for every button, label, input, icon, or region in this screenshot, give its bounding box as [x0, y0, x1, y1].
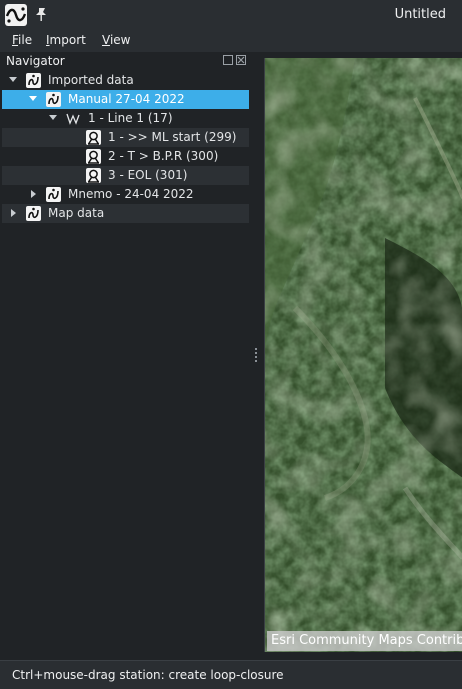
status-text: Ctrl+mouse-drag station: create loop-clo… — [12, 668, 284, 682]
expand-arrow-icon[interactable] — [9, 77, 17, 82]
tree-item-label: 3 - EOL (301) — [108, 168, 188, 182]
panel-splitter[interactable] — [250, 52, 264, 660]
tree-item-line[interactable]: 1 - Line 1 (17) — [2, 109, 249, 128]
tree-item-station[interactable]: 2 - T > B.P.R (300) — [2, 147, 249, 166]
tree-item-imported-data[interactable]: Imported data — [2, 71, 249, 90]
title-bar: Untitled — [0, 0, 462, 30]
dataset-icon — [46, 187, 61, 202]
splitter-grip-icon — [255, 348, 257, 364]
tree-item-label: Mnemo - 24-04 2022 — [68, 187, 194, 201]
tree-item-label: Map data — [48, 206, 105, 220]
station-icon — [86, 130, 101, 145]
map-attribution: Esri Community Maps Contribu — [267, 631, 462, 651]
menu-view-label: View — [102, 33, 131, 47]
tree-item-station[interactable]: 3 - EOL (301) — [2, 166, 249, 185]
pin-icon[interactable] — [34, 7, 48, 23]
tree-item-label: Manual 27-04 2022 — [68, 92, 185, 106]
status-bar: Ctrl+mouse-drag station: create loop-clo… — [0, 660, 462, 689]
line-icon — [66, 111, 82, 126]
tree-item-map-data[interactable]: Map data — [2, 204, 249, 223]
station-icon — [86, 168, 101, 183]
map-view[interactable]: Esri Community Maps Contribu — [264, 58, 462, 652]
window-title: Untitled — [394, 7, 446, 22]
navigator-panel: Navigator Imported data Manual 27-04 202… — [0, 52, 250, 660]
menu-bar: File Import View — [0, 30, 462, 52]
tree-item-manual-dataset[interactable]: Manual 27-04 2022 — [2, 90, 249, 109]
satellite-imagery — [265, 58, 462, 652]
menu-import-label: Import — [46, 33, 86, 47]
navigator-tree: Imported data Manual 27-04 2022 1 - Line… — [2, 71, 249, 223]
navigator-title: Navigator — [6, 54, 65, 68]
tree-item-label: Imported data — [48, 73, 134, 87]
dataset-icon — [26, 73, 41, 88]
navigator-header: Navigator — [0, 52, 250, 70]
station-icon — [86, 149, 101, 164]
collapse-arrow-icon[interactable] — [31, 190, 36, 198]
expand-arrow-icon[interactable] — [49, 115, 57, 120]
menu-view[interactable]: View — [102, 33, 130, 47]
float-panel-icon[interactable] — [223, 55, 233, 65]
menu-file-label: File — [12, 33, 33, 47]
menu-file[interactable]: File — [12, 33, 32, 47]
tree-item-label: 1 - Line 1 (17) — [88, 111, 173, 125]
dataset-icon — [26, 206, 41, 221]
app-logo-icon — [5, 4, 27, 26]
tree-item-mnemo-dataset[interactable]: Mnemo - 24-04 2022 — [2, 185, 249, 204]
tree-item-label: 1 - >> ML start (299) — [108, 130, 237, 144]
expand-arrow-icon[interactable] — [29, 96, 37, 101]
collapse-arrow-icon[interactable] — [11, 209, 16, 217]
tree-item-label: 2 - T > B.P.R (300) — [108, 149, 219, 163]
dataset-icon — [46, 92, 61, 107]
tree-item-station[interactable]: 1 - >> ML start (299) — [2, 128, 249, 147]
close-panel-icon[interactable] — [236, 55, 246, 65]
menu-import[interactable]: Import — [46, 33, 86, 47]
